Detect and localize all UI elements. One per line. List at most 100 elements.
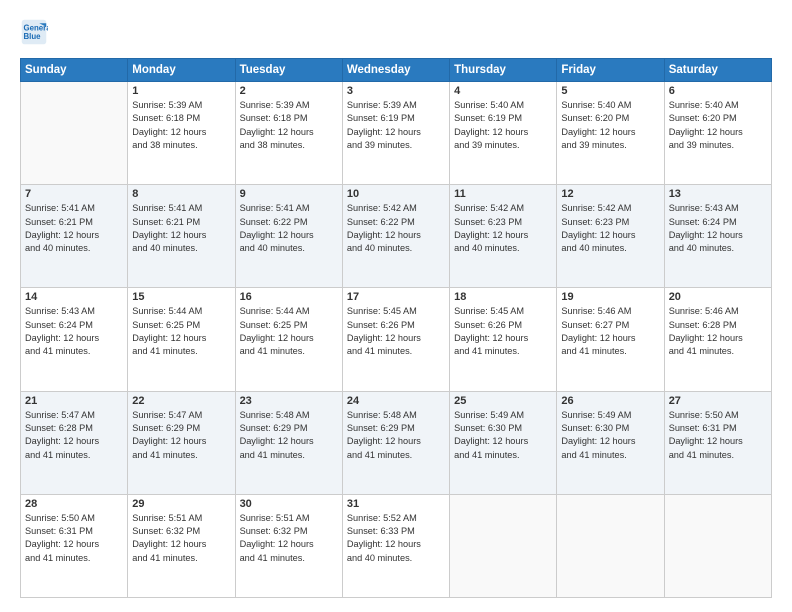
calendar-cell: 29 Sunrise: 5:51 AMSunset: 6:32 PMDayligh… [128, 494, 235, 597]
day-number: 13 [669, 188, 767, 200]
calendar-cell: 19Sunrise: 5:46 AMSunset: 6:27 PMDayligh… [557, 288, 664, 391]
cell-info: Sunrise: 5:48 AMSunset: 6:29 PMDaylight:… [240, 409, 338, 462]
calendar-cell: 11 Sunrise: 5:42 AMSunset: 6:23 PMDayligh… [450, 185, 557, 288]
calendar-cell: 28 Sunrise: 5:50 AMSunset: 6:31 PMDayligh… [21, 494, 128, 597]
cell-info: Sunrise: 5:39 AMSunset: 6:19 PMDaylight:… [347, 99, 445, 152]
cell-info: Sunrise: 5:52 AMSunset: 6:33 PMDaylight:… [347, 512, 445, 565]
calendar-cell: 5 Sunrise: 5:40 AMSunset: 6:20 PMDaylight… [557, 82, 664, 185]
calendar-cell: 21 Sunrise: 5:47 AMSunset: 6:28 PMDayligh… [21, 391, 128, 494]
day-number: 4 [454, 85, 552, 97]
calendar-week-5: 28 Sunrise: 5:50 AMSunset: 6:31 PMDayligh… [21, 494, 772, 597]
day-number: 21 [25, 395, 123, 407]
calendar-cell: 1 Sunrise: 5:39 AMSunset: 6:18 PMDaylight… [128, 82, 235, 185]
calendar-header-row: SundayMondayTuesdayWednesdayThursdayFrid… [21, 59, 772, 82]
day-number: 6 [669, 85, 767, 97]
day-number: 14 [25, 291, 123, 303]
calendar-cell [21, 82, 128, 185]
cell-info: Sunrise: 5:39 AMSunset: 6:18 PMDaylight:… [240, 99, 338, 152]
cell-info: Sunrise: 5:42 AMSunset: 6:23 PMDaylight:… [561, 202, 659, 255]
calendar-cell: 20 Sunrise: 5:46 AMSunset: 6:28 PMDayligh… [664, 288, 771, 391]
day-header-sunday: Sunday [21, 59, 128, 82]
page: General Blue SundayMondayTuesdayWednesda… [0, 0, 792, 612]
day-number: 5 [561, 85, 659, 97]
day-number: 30 [240, 498, 338, 510]
day-number: 31 [347, 498, 445, 510]
svg-text:Blue: Blue [24, 32, 42, 41]
cell-info: Sunrise: 5:41 AMSunset: 6:22 PMDaylight:… [240, 202, 338, 255]
day-number: 29 [132, 498, 230, 510]
day-header-friday: Friday [557, 59, 664, 82]
calendar-cell: 14 Sunrise: 5:43 AMSunset: 6:24 PMDayligh… [21, 288, 128, 391]
calendar-cell [557, 494, 664, 597]
calendar-cell: 15Sunrise: 5:44 AMSunset: 6:25 PMDayligh… [128, 288, 235, 391]
day-number: 18 [454, 291, 552, 303]
day-number: 24 [347, 395, 445, 407]
calendar-cell: 26 Sunrise: 5:49 AMSunset: 6:30 PMDayligh… [557, 391, 664, 494]
header: General Blue [20, 18, 772, 46]
day-number: 28 [25, 498, 123, 510]
calendar-week-4: 21 Sunrise: 5:47 AMSunset: 6:28 PMDayligh… [21, 391, 772, 494]
cell-info: Sunrise: 5:43 AMSunset: 6:24 PMDaylight:… [669, 202, 767, 255]
cell-info: Sunrise: 5:45 AMSunset: 6:26 PMDaylight:… [347, 305, 445, 358]
cell-info: Sunrise: 5:46 AMSunset: 6:27 PMDaylight:… [561, 305, 659, 358]
cell-info: Sunrise: 5:47 AMSunset: 6:28 PMDaylight:… [25, 409, 123, 462]
cell-info: Sunrise: 5:51 AMSunset: 6:32 PMDaylight:… [240, 512, 338, 565]
cell-info: Sunrise: 5:47 AMSunset: 6:29 PMDaylight:… [132, 409, 230, 462]
calendar-week-3: 14 Sunrise: 5:43 AMSunset: 6:24 PMDayligh… [21, 288, 772, 391]
calendar-cell: 31 Sunrise: 5:52 AMSunset: 6:33 PMDayligh… [342, 494, 449, 597]
day-number: 8 [132, 188, 230, 200]
cell-info: Sunrise: 5:42 AMSunset: 6:23 PMDaylight:… [454, 202, 552, 255]
day-header-saturday: Saturday [664, 59, 771, 82]
day-number: 17 [347, 291, 445, 303]
day-header-thursday: Thursday [450, 59, 557, 82]
cell-info: Sunrise: 5:39 AMSunset: 6:18 PMDaylight:… [132, 99, 230, 152]
calendar-cell: 7Sunrise: 5:41 AMSunset: 6:21 PMDaylight… [21, 185, 128, 288]
day-number: 7 [25, 188, 123, 200]
day-number: 23 [240, 395, 338, 407]
calendar-cell: 3 Sunrise: 5:39 AMSunset: 6:19 PMDaylight… [342, 82, 449, 185]
logo-icon: General Blue [20, 18, 48, 46]
day-number: 11 [454, 188, 552, 200]
cell-info: Sunrise: 5:49 AMSunset: 6:30 PMDaylight:… [561, 409, 659, 462]
cell-info: Sunrise: 5:40 AMSunset: 6:20 PMDaylight:… [669, 99, 767, 152]
day-number: 25 [454, 395, 552, 407]
day-number: 10 [347, 188, 445, 200]
calendar-cell: 17 Sunrise: 5:45 AMSunset: 6:26 PMDayligh… [342, 288, 449, 391]
cell-info: Sunrise: 5:43 AMSunset: 6:24 PMDaylight:… [25, 305, 123, 358]
cell-info: Sunrise: 5:50 AMSunset: 6:31 PMDaylight:… [25, 512, 123, 565]
calendar-cell: 24Sunrise: 5:48 AMSunset: 6:29 PMDayligh… [342, 391, 449, 494]
cell-info: Sunrise: 5:51 AMSunset: 6:32 PMDaylight:… [132, 512, 230, 565]
cell-info: Sunrise: 5:41 AMSunset: 6:21 PMDaylight:… [132, 202, 230, 255]
day-number: 1 [132, 85, 230, 97]
calendar-week-1: 1 Sunrise: 5:39 AMSunset: 6:18 PMDaylight… [21, 82, 772, 185]
cell-info: Sunrise: 5:46 AMSunset: 6:28 PMDaylight:… [669, 305, 767, 358]
calendar-cell: 30 Sunrise: 5:51 AMSunset: 6:32 PMDayligh… [235, 494, 342, 597]
logo: General Blue [20, 18, 52, 46]
day-header-monday: Monday [128, 59, 235, 82]
calendar-cell: 13 Sunrise: 5:43 AMSunset: 6:24 PMDayligh… [664, 185, 771, 288]
calendar-cell: 4 Sunrise: 5:40 AMSunset: 6:19 PMDaylight… [450, 82, 557, 185]
day-number: 2 [240, 85, 338, 97]
day-number: 15 [132, 291, 230, 303]
calendar-cell [664, 494, 771, 597]
day-header-wednesday: Wednesday [342, 59, 449, 82]
cell-info: Sunrise: 5:40 AMSunset: 6:20 PMDaylight:… [561, 99, 659, 152]
day-number: 26 [561, 395, 659, 407]
calendar-week-2: 7 Sunrise: 5:41 AMSunset: 6:21 PMDaylight… [21, 185, 772, 288]
calendar-cell: 6 Sunrise: 5:40 AMSunset: 6:20 PMDaylight… [664, 82, 771, 185]
calendar-cell: 23 Sunrise: 5:48 AMSunset: 6:29 PMDayligh… [235, 391, 342, 494]
calendar-cell: 18Sunrise: 5:45 AMSunset: 6:26 PMDayligh… [450, 288, 557, 391]
day-number: 12 [561, 188, 659, 200]
day-number: 3 [347, 85, 445, 97]
calendar-cell: 22 Sunrise: 5:47 AMSunset: 6:29 PMDayligh… [128, 391, 235, 494]
cell-info: Sunrise: 5:49 AMSunset: 6:30 PMDaylight:… [454, 409, 552, 462]
day-number: 27 [669, 395, 767, 407]
cell-info: Sunrise: 5:40 AMSunset: 6:19 PMDaylight:… [454, 99, 552, 152]
day-number: 20 [669, 291, 767, 303]
calendar-table: SundayMondayTuesdayWednesdayThursdayFrid… [20, 58, 772, 598]
cell-info: Sunrise: 5:44 AMSunset: 6:25 PMDaylight:… [240, 305, 338, 358]
day-number: 9 [240, 188, 338, 200]
day-header-tuesday: Tuesday [235, 59, 342, 82]
calendar-cell: 12 Sunrise: 5:42 AMSunset: 6:23 PMDayligh… [557, 185, 664, 288]
day-number: 22 [132, 395, 230, 407]
